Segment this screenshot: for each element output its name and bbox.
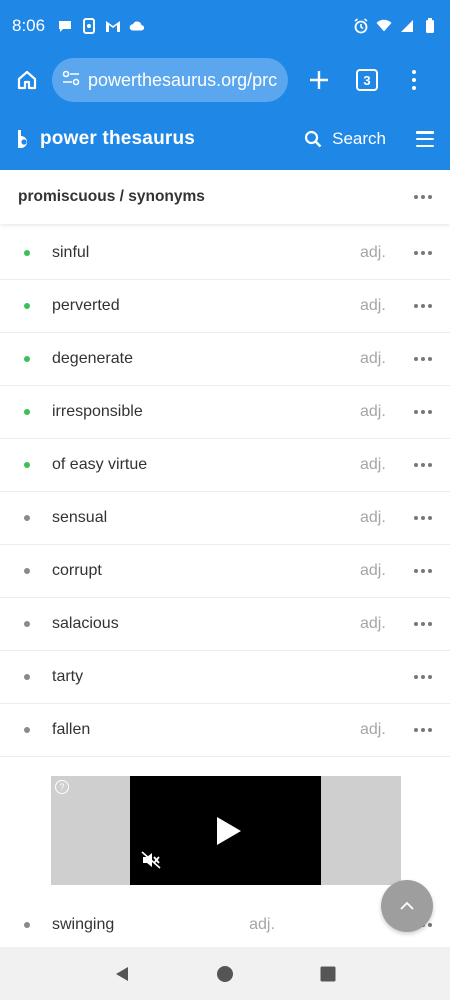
more-vertical-icon [412,70,416,74]
part-of-speech: adj. [360,509,386,526]
synonym-word[interactable]: irresponsible [52,403,143,421]
synonym-word[interactable]: degenerate [52,350,133,368]
more-options-icon[interactable] [414,304,432,308]
browser-toolbar: powerthesaurus.org/prc 3 [0,52,450,108]
more-options-icon[interactable] [414,357,432,361]
search-label: Search [332,129,386,148]
rating-bullet [24,621,30,627]
mute-icon[interactable] [141,851,161,869]
more-options-icon[interactable] [414,463,432,467]
chevron-up-icon [400,901,414,910]
new-tab-button[interactable] [306,67,332,93]
part-of-speech: adj. [360,403,386,420]
system-navigation-bar [0,947,450,1000]
play-icon[interactable] [216,816,242,846]
ad-banner[interactable]: ? [51,776,401,885]
scroll-to-top-button[interactable] [381,880,433,932]
system-icons [353,18,438,34]
site-logo-text[interactable]: power thesaurus [40,128,195,150]
rating-bullet [24,568,30,574]
synonym-row[interactable]: tarty [0,651,450,704]
chat-bubble-icon [57,18,73,34]
recents-icon[interactable] [319,965,337,983]
rating-bullet [24,922,30,928]
site-settings-icon[interactable] [62,70,80,91]
more-options-icon[interactable] [414,516,432,520]
synonym-word[interactable]: perverted [52,297,120,315]
ad-video-player[interactable] [130,776,321,885]
rating-bullet [24,727,30,733]
synonym-row[interactable]: sinful adj. [0,227,450,280]
more-options-icon[interactable] [414,569,432,573]
part-of-speech: adj. [360,297,386,314]
search-button[interactable]: Search [304,129,386,149]
synonym-word[interactable]: sinful [52,244,89,262]
rating-bullet [24,674,30,680]
synonym-word[interactable]: swinging [52,916,114,934]
synonym-word[interactable]: of easy virtue [52,456,147,474]
synonym-row[interactable]: salacious adj. [0,598,450,651]
wifi-icon [376,18,392,34]
synonym-row[interactable]: fallen adj. [0,704,450,757]
site-header: power thesaurus Search [0,108,450,170]
hamburger-menu-icon[interactable] [416,131,434,147]
status-time: 8:06 [12,16,46,35]
power-thesaurus-logo-icon[interactable] [16,129,34,149]
rating-bullet [24,303,30,309]
search-icon [305,130,322,148]
home-button[interactable] [10,63,44,97]
synonym-row[interactable]: perverted adj. [0,280,450,333]
rating-bullet [24,515,30,521]
more-options-icon[interactable] [414,251,432,255]
more-options-icon[interactable] [414,728,432,732]
rating-bullet [24,462,30,468]
part-of-speech: adj. [360,350,386,367]
synonym-row[interactable]: degenerate adj. [0,333,450,386]
synonym-word[interactable]: fallen [52,721,90,739]
ad-info-icon[interactable]: ? [55,780,69,794]
signal-icon [399,18,415,34]
synonym-word[interactable]: tarty [52,668,83,686]
more-options-icon[interactable] [414,410,432,414]
synonym-word[interactable]: salacious [52,615,119,633]
synonym-word[interactable]: corrupt [52,562,102,580]
rating-bullet [24,250,30,256]
synonym-row[interactable]: of easy virtue adj. [0,439,450,492]
home-circle-icon[interactable] [216,965,234,983]
part-of-speech: adj. [360,562,386,579]
gmail-icon [105,18,121,34]
home-icon [17,70,37,90]
phone-sync-icon [81,18,97,34]
notification-icons [57,18,145,34]
tab-switcher-button[interactable]: 3 [356,69,378,91]
browser-menu-button[interactable] [408,68,420,92]
back-icon[interactable] [113,965,131,983]
alarm-icon [353,18,369,34]
page-title-row: promiscuous / synonyms [0,170,450,224]
cloud-icon [129,18,145,34]
page-title: promiscuous / synonyms [18,188,205,205]
part-of-speech: adj. [360,615,386,632]
part-of-speech: adj. [360,456,386,473]
url-bar[interactable]: powerthesaurus.org/prc [52,58,288,102]
url-text[interactable]: powerthesaurus.org/prc [88,70,277,91]
part-of-speech: adj. [360,721,386,738]
rating-bullet [24,356,30,362]
more-options-icon[interactable] [414,622,432,626]
synonym-word[interactable]: sensual [52,509,107,527]
rating-bullet [24,409,30,415]
synonym-row[interactable]: sensual adj. [0,492,450,545]
synonym-row[interactable]: irresponsible adj. [0,386,450,439]
synonym-list: sinful adj. perverted adj. degenerate adj. irr… [0,227,450,757]
plus-icon [310,71,328,89]
battery-icon [422,18,438,34]
part-of-speech: adj. [360,244,386,261]
synonym-row[interactable]: corrupt adj. [0,545,450,598]
part-of-speech: adj. [249,916,275,933]
title-more-options-icon[interactable] [414,195,432,199]
more-options-icon[interactable] [414,675,432,679]
status-bar: 8:06 [0,0,450,52]
